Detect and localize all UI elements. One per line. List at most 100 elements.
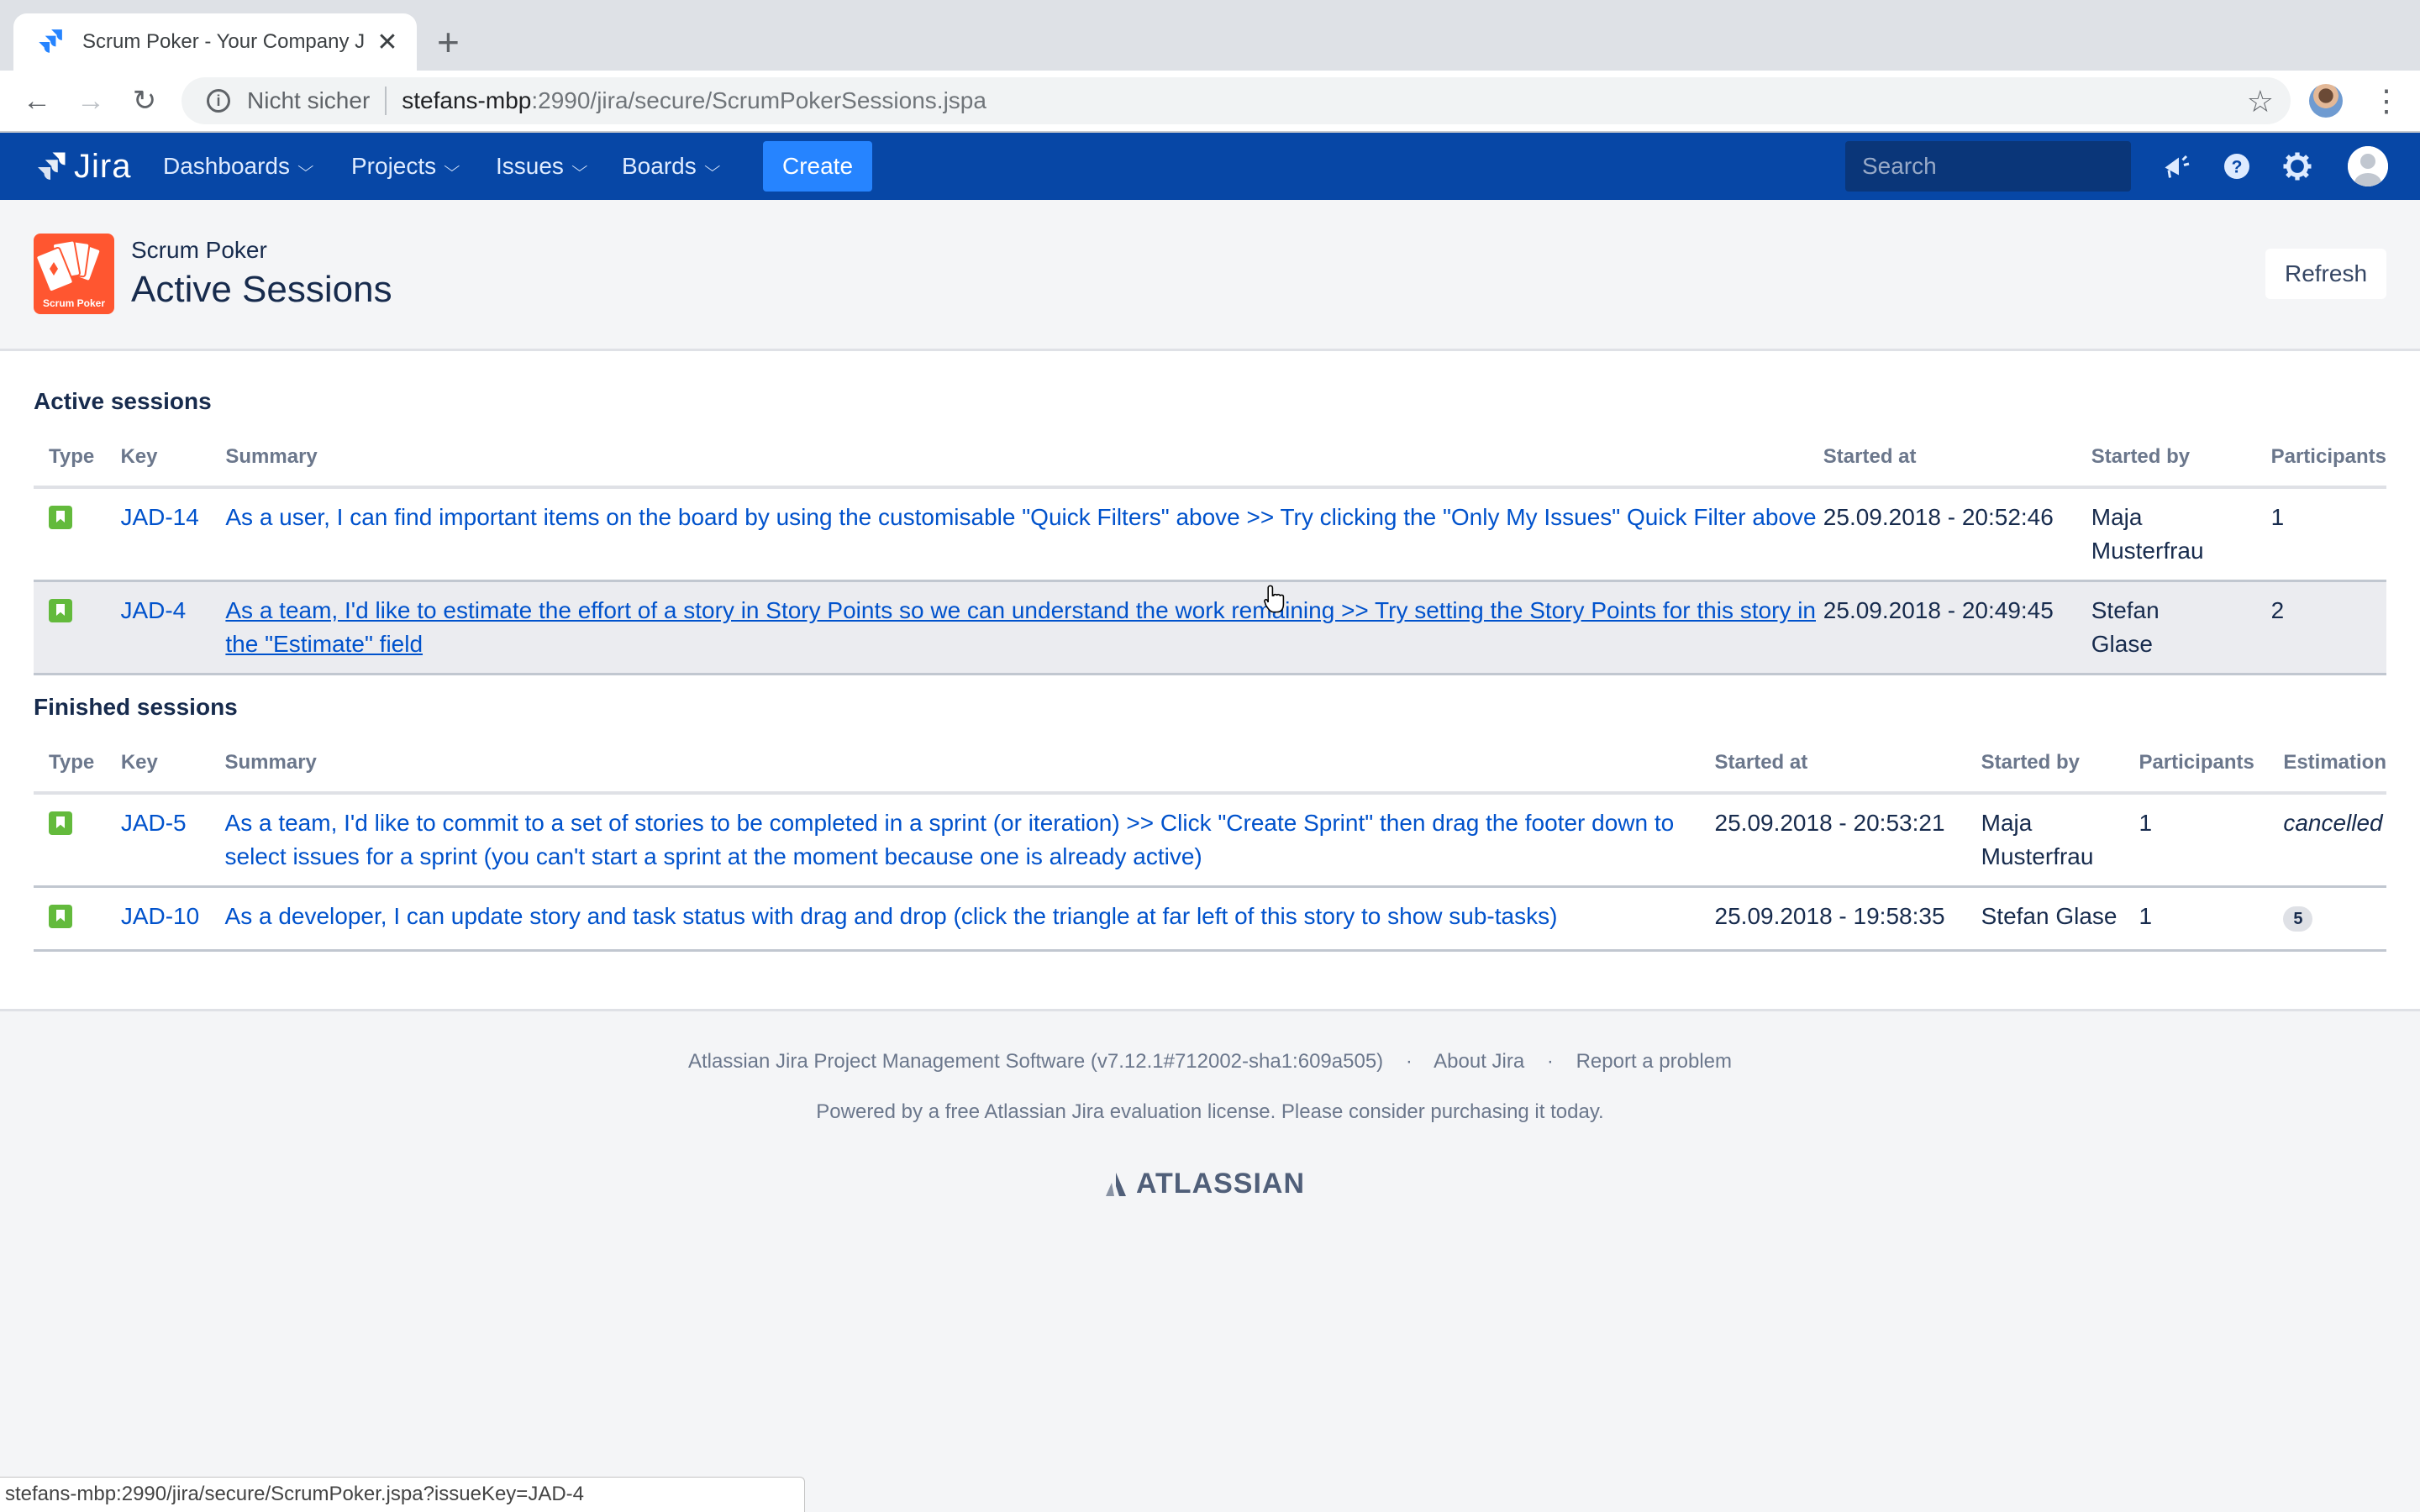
jira-favicon-icon bbox=[39, 29, 62, 53]
finished-sessions-table: Type Key Summary Started at Started by P… bbox=[34, 751, 2386, 952]
key-cell: JAD-14 bbox=[120, 487, 226, 582]
summary-cell: As a team, I'd like to estimate the effo… bbox=[225, 580, 1823, 675]
hand-cursor-icon bbox=[1264, 585, 1285, 613]
summary-cell: As a developer, I can update story and t… bbox=[224, 886, 1715, 952]
table-row[interactable]: JAD-14 As a user, I can find important i… bbox=[34, 487, 2386, 582]
nav-projects[interactable]: Projects ⌵ bbox=[351, 133, 460, 200]
logo-caption: Scrum Poker bbox=[42, 297, 106, 309]
jira-header: Jira Dashboards ⌵ Projects ⌵ Issues ⌵ Bo… bbox=[0, 133, 2420, 200]
footer-version: Atlassian Jira Project Management Softwa… bbox=[687, 1050, 1384, 1073]
nav-issues[interactable]: Issues ⌵ bbox=[496, 133, 588, 200]
atlassian-logo-icon bbox=[1106, 1172, 1126, 1196]
refresh-button[interactable]: Refresh bbox=[2265, 249, 2386, 299]
table-row[interactable]: JAD-4 As a team, I'd like to estimate th… bbox=[34, 580, 2386, 675]
table-header-row: Type Key Summary Started at Started by P… bbox=[34, 445, 2386, 489]
nav-dashboards[interactable]: Dashboards ⌵ bbox=[163, 133, 313, 200]
started-by-cell: Maja Musterfrau bbox=[2091, 487, 2271, 582]
forward-button[interactable]: → bbox=[72, 82, 109, 119]
column-header-participants[interactable]: Participants bbox=[2139, 751, 2284, 795]
scrum-poker-logo: Scrum Poker bbox=[34, 234, 114, 314]
issue-summary-link[interactable]: As a user, I can find important items on… bbox=[225, 504, 1816, 530]
key-cell: JAD-10 bbox=[120, 886, 225, 952]
security-label: Nicht sicher bbox=[247, 87, 371, 113]
started-by-cell: Stefan Glase bbox=[2091, 580, 2271, 675]
user-avatar[interactable] bbox=[2348, 146, 2388, 186]
story-icon bbox=[49, 905, 72, 928]
status-bar-url: stefans-mbp:2990/jira/secure/ScrumPoker.… bbox=[0, 1477, 805, 1512]
jira-logo-icon bbox=[38, 152, 66, 180]
jira-logo-text: Jira bbox=[74, 148, 132, 185]
story-icon bbox=[49, 811, 72, 835]
browser-tab[interactable]: Scrum Poker - Your Company J ✕ bbox=[13, 13, 417, 71]
table-row[interactable]: JAD-5 As a team, I'd like to commit to a… bbox=[34, 793, 2386, 888]
gear-icon[interactable] bbox=[2282, 151, 2312, 181]
issue-key-link[interactable]: JAD-5 bbox=[121, 810, 187, 836]
reload-button[interactable]: ↻ bbox=[126, 82, 163, 119]
issue-summary-link[interactable]: As a team, I'd like to estimate the effo… bbox=[225, 597, 1816, 657]
chevron-down-icon: ⌵ bbox=[571, 157, 588, 175]
column-header-type[interactable]: Type bbox=[34, 445, 121, 489]
info-icon[interactable]: i bbox=[207, 89, 230, 113]
app-name: Scrum Poker bbox=[131, 237, 267, 263]
column-header-participants[interactable]: Participants bbox=[2270, 445, 2386, 489]
column-header-started-at[interactable]: Started at bbox=[1823, 445, 2091, 489]
participants-cell: 1 bbox=[2139, 793, 2284, 888]
issue-summary-link[interactable]: As a team, I'd like to commit to a set o… bbox=[225, 810, 1675, 869]
atlassian-wordmark: ATLASSIAN bbox=[1136, 1168, 1306, 1200]
column-header-summary[interactable]: Summary bbox=[225, 445, 1823, 489]
started-at-cell: 25.09.2018 - 19:58:35 bbox=[1714, 886, 1981, 952]
column-header-started-by[interactable]: Started by bbox=[2091, 445, 2271, 489]
atlassian-logo[interactable]: ATLASSIAN bbox=[1102, 1168, 1305, 1200]
column-header-type[interactable]: Type bbox=[34, 751, 121, 795]
browser-menu-icon[interactable]: ⋮ bbox=[2371, 82, 2402, 119]
participants-cell: 2 bbox=[2270, 580, 2386, 675]
type-cell bbox=[34, 580, 121, 675]
browser-profile-avatar[interactable] bbox=[2309, 84, 2343, 118]
key-cell: JAD-5 bbox=[120, 793, 225, 888]
search-box[interactable] bbox=[1845, 141, 2165, 192]
active-sessions-title: Active sessions bbox=[34, 388, 212, 414]
started-at-cell: 25.09.2018 - 20:52:46 bbox=[1823, 487, 2091, 582]
address-bar[interactable]: i Nicht sicher stefans-mbp :2990/jira/se… bbox=[182, 77, 2291, 124]
column-header-key[interactable]: Key bbox=[120, 445, 226, 489]
finished-sessions-title: Finished sessions bbox=[34, 694, 238, 720]
url-host: stefans-mbp bbox=[402, 87, 532, 113]
column-header-started-at[interactable]: Started at bbox=[1714, 751, 1981, 795]
back-button[interactable]: ← bbox=[18, 82, 55, 119]
about-jira-link[interactable]: About Jira bbox=[1434, 1050, 1524, 1073]
column-header-key[interactable]: Key bbox=[120, 751, 225, 795]
issue-key-link[interactable]: JAD-4 bbox=[120, 597, 186, 623]
search-input[interactable] bbox=[1862, 153, 2165, 180]
column-header-started-by[interactable]: Started by bbox=[1981, 751, 2139, 795]
issue-key-link[interactable]: JAD-10 bbox=[121, 903, 199, 929]
nav-boards[interactable]: Boards ⌵ bbox=[622, 133, 720, 200]
started-by-cell: Stefan Glase bbox=[1981, 886, 2139, 952]
create-button[interactable]: Create bbox=[763, 141, 872, 192]
participants-cell: 1 bbox=[2270, 487, 2386, 582]
footer-separator: · bbox=[1546, 1050, 1554, 1073]
story-icon bbox=[49, 599, 72, 622]
footer-links: Atlassian Jira Project Management Softwa… bbox=[0, 1050, 2420, 1074]
new-tab-button[interactable]: + bbox=[437, 20, 460, 64]
summary-cell: As a team, I'd like to commit to a set o… bbox=[224, 793, 1715, 888]
issue-summary-link[interactable]: As a developer, I can update story and t… bbox=[225, 903, 1558, 929]
issue-key-link[interactable]: JAD-14 bbox=[120, 504, 198, 530]
column-header-estimation[interactable]: Estimation bbox=[2283, 751, 2386, 795]
report-problem-link[interactable]: Report a problem bbox=[1576, 1050, 1732, 1073]
browser-toolbar: ← → ↻ i Nicht sicher stefans-mbp :2990/j… bbox=[0, 71, 2420, 133]
nav-label: Projects bbox=[351, 153, 437, 179]
jira-logo[interactable]: Jira bbox=[34, 148, 131, 186]
bookmark-star-icon[interactable]: ☆ bbox=[2247, 84, 2274, 119]
table-row[interactable]: JAD-10 As a developer, I can update stor… bbox=[34, 886, 2386, 952]
story-icon bbox=[49, 506, 72, 529]
help-icon[interactable]: ? bbox=[2222, 151, 2252, 181]
type-cell bbox=[34, 487, 121, 582]
footer-separator: · bbox=[1405, 1050, 1413, 1073]
megaphone-icon[interactable] bbox=[2161, 151, 2191, 181]
estimation-cancelled: cancelled bbox=[2283, 810, 2383, 836]
started-by-cell: Maja Musterfrau bbox=[1981, 793, 2139, 888]
tab-close-icon[interactable]: ✕ bbox=[375, 28, 400, 57]
page-header: Scrum Poker Scrum Poker Active Sessions … bbox=[0, 200, 2420, 351]
column-header-summary[interactable]: Summary bbox=[224, 751, 1715, 795]
estimation-cell: 5 bbox=[2283, 886, 2386, 952]
